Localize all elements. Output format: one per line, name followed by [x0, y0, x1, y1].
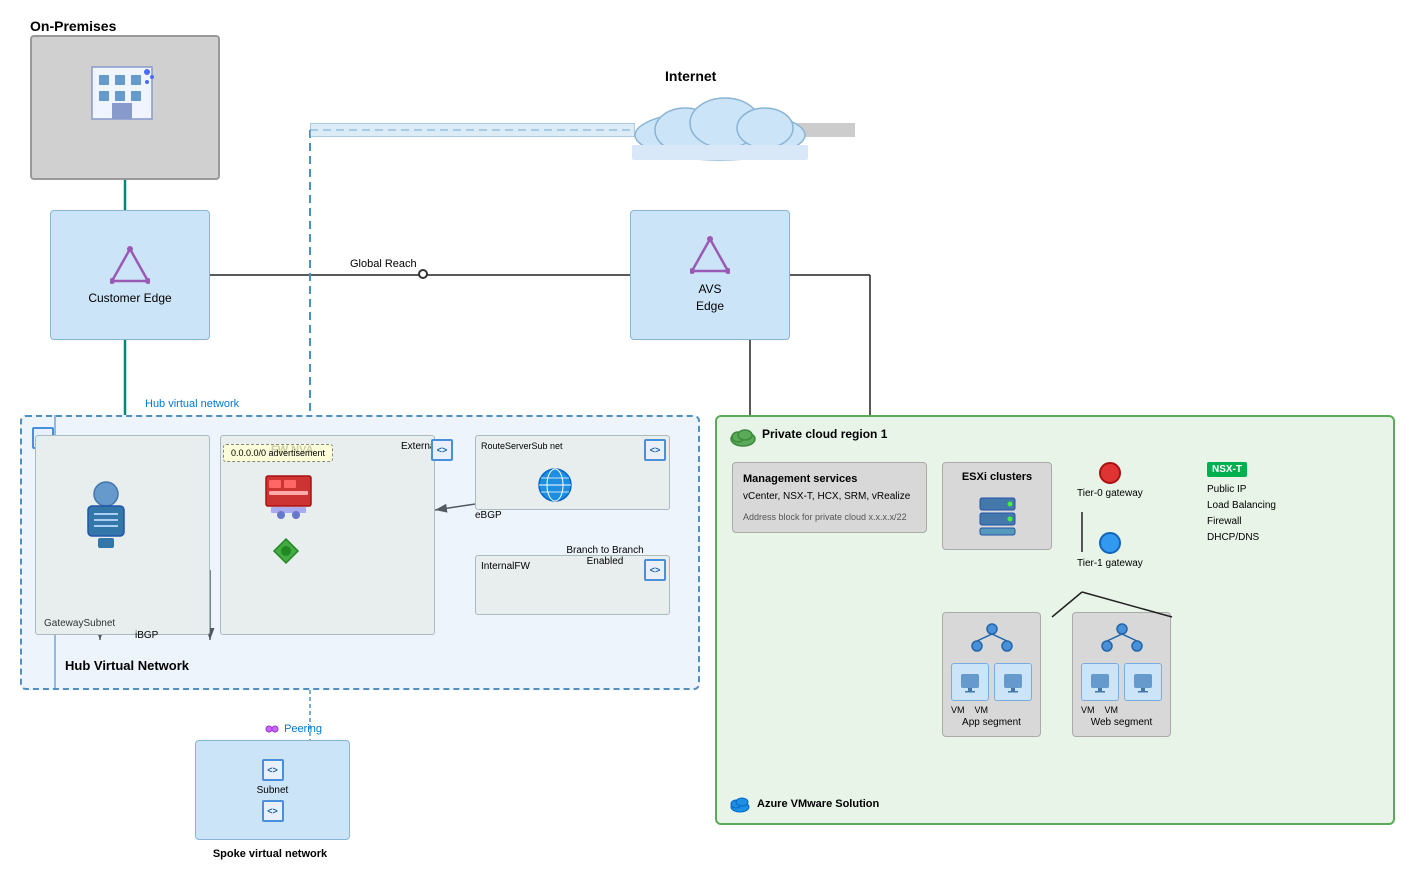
advertisement-box: 0.0.0.0/0 advertisement: [223, 444, 333, 462]
web-segment-label: Web segment: [1081, 717, 1162, 728]
address-block: Address block for private cloud x.x.x.x/…: [743, 512, 916, 522]
route-icon: [271, 536, 301, 569]
management-services-title: Management services: [743, 473, 916, 485]
routeserver-subnet-box: ExternalFW <> RouteServerSub net <>: [475, 435, 670, 510]
avs-edge-label: AVS Edge: [696, 281, 724, 315]
tier0-icon: [1099, 462, 1121, 484]
tier1-label: Tier-1 gateway: [1077, 558, 1143, 569]
on-premises-box: [30, 35, 220, 180]
spoke-vnet-label: Spoke virtual network: [205, 848, 335, 860]
web-segment-tree-icon: [1097, 621, 1147, 656]
fw-subnet-box: FW NVA 0.0.0.0/0 advertisement: [220, 435, 435, 635]
ebgp-label: eBGP: [475, 510, 502, 521]
esxi-clusters-box: ESXi clusters: [942, 462, 1052, 550]
tier0-box: Tier-0 gateway: [1077, 462, 1143, 499]
private-cloud-icon: [729, 425, 757, 450]
hub-vnet-outer-label: Hub virtual network: [145, 398, 239, 410]
vm-web-labels: VMVM: [1081, 705, 1162, 715]
avs-edge-icon: [690, 235, 730, 275]
esxi-clusters-label: ESXi clusters: [951, 471, 1043, 483]
diagram-container: On-Premises Customer: [0, 0, 1428, 875]
spoke-vnet-box: <> Subnet <>: [195, 740, 350, 840]
externalfw-icon: <>: [431, 439, 453, 461]
management-services-desc: vCenter, NSX-T, HCX, SRM, vRealize: [743, 490, 916, 504]
azure-vmware-icon: [729, 793, 751, 815]
app-segment-box: VMVM App segment: [942, 612, 1041, 737]
nsx-services-list: Public IP Load Balancing Firewall DHCP/D…: [1207, 482, 1276, 546]
management-services-box: Management services vCenter, NSX-T, HCX,…: [732, 462, 927, 533]
gateway-icon: [76, 476, 136, 559]
peering-icon: [265, 722, 279, 736]
esxi-server-icon: [975, 493, 1020, 538]
internet-label: Internet: [665, 68, 716, 84]
azure-vmware-label: Azure VMware Solution: [757, 798, 879, 810]
fw-icon: [261, 471, 316, 524]
global-reach-label: Global Reach: [350, 258, 417, 270]
ibgp-label: iBGP: [135, 630, 158, 641]
tier1-box: Tier-1 gateway: [1077, 532, 1143, 569]
tier0-label: Tier-0 gateway: [1077, 488, 1143, 499]
app-segment-label: App segment: [951, 717, 1032, 728]
spoke-vnet-bracket-icon: <>: [262, 759, 284, 781]
routeserver-icon: [536, 466, 574, 507]
building-icon: [87, 57, 157, 122]
gateway-subnet-label: GatewaySubnet: [44, 618, 115, 629]
global-reach-midpoint: [418, 269, 428, 279]
nsx-badge: NSX-T: [1207, 462, 1247, 477]
gateway-subnet-box: GatewaySubnet: [35, 435, 210, 635]
routeserver-subnet-label: RouteServerSub net: [481, 441, 563, 453]
subnet-label: Subnet: [257, 785, 289, 796]
customer-edge-icon: [110, 245, 150, 285]
nsx-t-section: NSX-T Public IP Load Balancing Firewall …: [1207, 462, 1276, 546]
on-premises-label: On-Premises: [30, 18, 116, 34]
branch-to-branch-label: Branch to Branch Enabled: [555, 545, 655, 567]
private-cloud-box: Private cloud region 1 Management servic…: [715, 415, 1395, 825]
tier1-icon: [1099, 532, 1121, 554]
routeserver-bracket-icon: <>: [644, 439, 666, 461]
internet-cloud: [630, 90, 810, 165]
vm-app-labels: VMVM: [951, 705, 1032, 715]
peering-label: Peering: [265, 722, 322, 736]
vm-app-2: [994, 663, 1032, 701]
spoke-vnet-bracket-icon2: <>: [262, 800, 284, 822]
internalfw-label: InternalFW: [481, 561, 530, 572]
vm-app-1: [951, 663, 989, 701]
azure-vmware-footer: Azure VMware Solution: [729, 793, 879, 815]
internet-connection-bar: [310, 123, 635, 137]
vm-web-1: [1081, 663, 1119, 701]
web-segment-box: VMVM Web segment: [1072, 612, 1171, 737]
avs-edge-box: AVS Edge: [630, 210, 790, 340]
app-segment-tree-icon: [967, 621, 1017, 656]
customer-edge-box: Customer Edge: [50, 210, 210, 340]
hub-vnet-inner-label: Hub Virtual Network: [65, 658, 189, 673]
vm-web-2: [1124, 663, 1162, 701]
private-cloud-label: Private cloud region 1: [762, 427, 887, 441]
customer-edge-label: Customer Edge: [88, 291, 171, 305]
